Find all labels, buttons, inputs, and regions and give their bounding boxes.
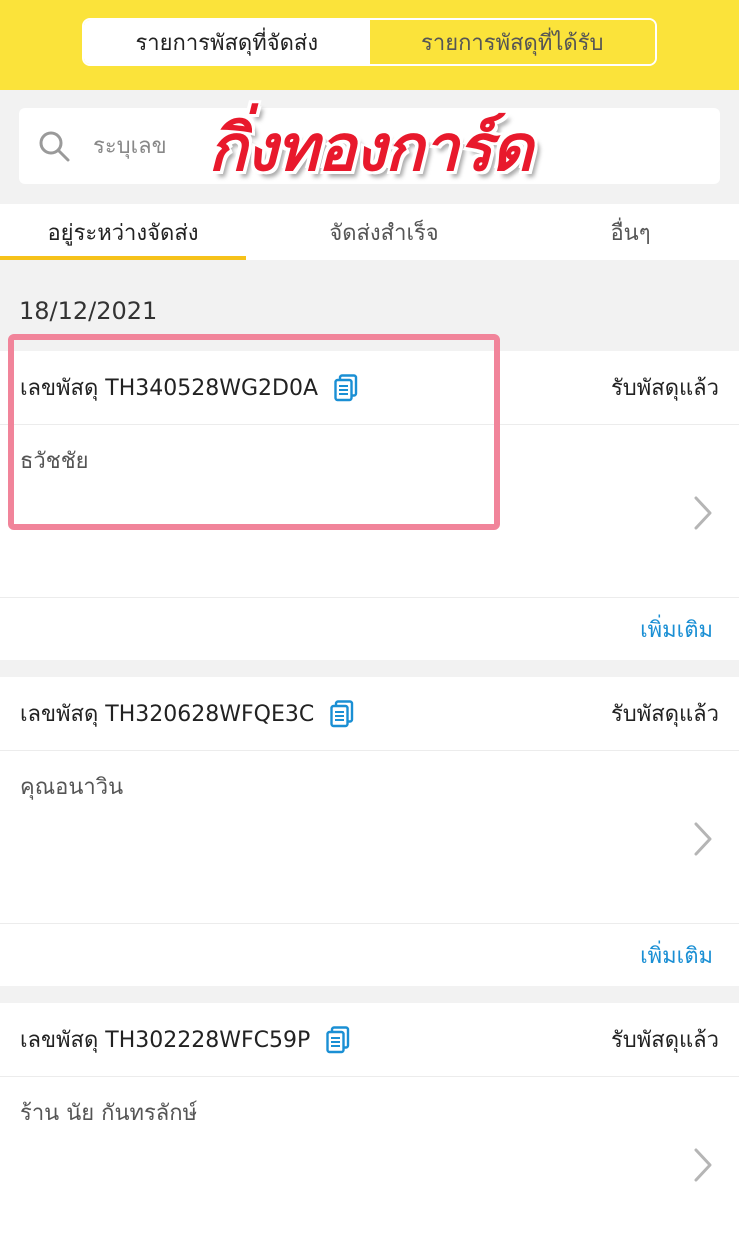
parcel-type-segmented-control: รายการพัสดุที่จัดส่ง รายการพัสดุที่ได้รั… [82, 18, 657, 66]
tab-received-parcels[interactable]: รายการพัสดุที่ได้รับ [369, 20, 655, 64]
more-link[interactable]: เพิ่มเติม [640, 938, 713, 973]
tab-other[interactable]: อื่นๆ [522, 204, 739, 260]
status-badge: รับพัสดุแล้ว [610, 1028, 719, 1053]
parcel-card-body[interactable]: ธวัชชัย [0, 425, 739, 598]
parcel-card-body[interactable]: คุณอนาวิน [0, 751, 739, 924]
date-header: 18/12/2021 [19, 297, 158, 325]
status-tabs: อยู่ระหว่างจัดส่ง จัดส่งสำเร็จ อื่นๆ [0, 204, 739, 260]
tracking-number-text: เลขพัสดุ TH340528WG2D0A [20, 376, 318, 401]
top-header: รายการพัสดุที่จัดส่ง รายการพัสดุที่ได้รั… [0, 0, 739, 90]
tracking-number: เลขพัสดุ TH340528WG2D0A [20, 370, 358, 405]
parcel-card-header: เลขพัสดุ TH340528WG2D0A รับพัสดุแล้ว [0, 351, 739, 425]
chevron-right-icon[interactable] [693, 821, 713, 857]
parcel-card-footer: เพิ่มเติม [0, 598, 739, 660]
copy-icon[interactable] [326, 1025, 350, 1054]
tracking-number-text: เลขพัสดุ TH302228WFC59P [20, 1028, 311, 1053]
status-badge: รับพัสดุแล้ว [610, 702, 719, 727]
tab-delivered[interactable]: จัดส่งสำเร็จ [246, 204, 522, 260]
parcel-card[interactable]: เลขพัสดุ TH320628WFQE3C รับพัสดุแล้ว คุณ… [0, 677, 739, 986]
tracking-number: เลขพัสดุ TH302228WFC59P [20, 1022, 350, 1057]
recipient-name: ธวัชชัย [20, 449, 89, 474]
tab-sent-parcels[interactable]: รายการพัสดุที่จัดส่ง [84, 20, 370, 64]
parcel-card-header: เลขพัสดุ TH320628WFQE3C รับพัสดุแล้ว [0, 677, 739, 751]
recipient-name: ร้าน นัย กันทรลักษ์ [20, 1101, 198, 1126]
tracking-number-text: เลขพัสดุ TH320628WFQE3C [20, 702, 315, 727]
chevron-right-icon[interactable] [693, 495, 713, 531]
copy-icon[interactable] [330, 699, 354, 728]
parcel-card-body[interactable]: ร้าน นัย กันทรลักษ์ [0, 1077, 739, 1250]
chevron-right-icon[interactable] [693, 1147, 713, 1183]
search-icon [39, 131, 70, 162]
parcel-card-footer: เพิ่มเติม [0, 924, 739, 986]
parcel-card[interactable]: เลขพัสดุ TH340528WG2D0A รับพัสดุแล้ว ธวั… [0, 351, 739, 660]
more-link[interactable]: เพิ่มเติม [640, 612, 713, 647]
recipient-name: คุณอนาวิน [20, 775, 124, 800]
watermark-logo: กิ่งทองการ์ด [208, 111, 533, 186]
parcel-card-header: เลขพัสดุ TH302228WFC59P รับพัสดุแล้ว [0, 1003, 739, 1077]
tab-in-transit[interactable]: อยู่ระหว่างจัดส่ง [0, 204, 246, 260]
copy-icon[interactable] [334, 373, 358, 402]
parcel-card[interactable]: เลขพัสดุ TH302228WFC59P รับพัสดุแล้ว ร้า… [0, 1003, 739, 1250]
status-badge: รับพัสดุแล้ว [610, 376, 719, 401]
tracking-number: เลขพัสดุ TH320628WFQE3C [20, 696, 354, 731]
